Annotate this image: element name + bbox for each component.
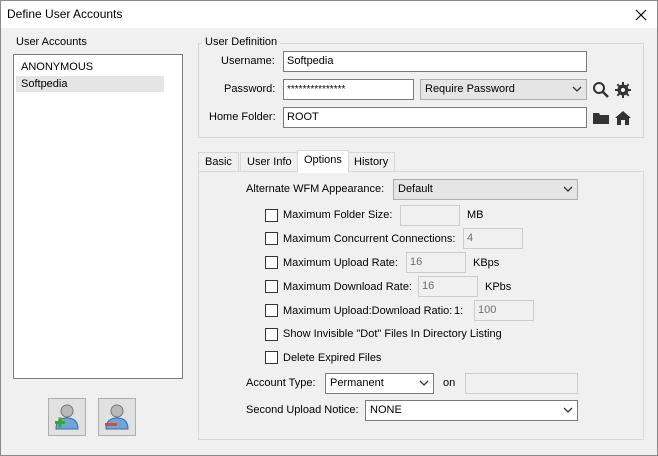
close-icon [635,9,647,20]
account-type-label: Account Type: [246,377,316,389]
chevron-down-icon [572,86,582,92]
password-mode-value: Require Password [425,83,515,95]
password-label: Password: [224,83,276,95]
chevron-down-icon [563,186,573,192]
max-download-unit: KPbs [485,281,512,293]
remove-user-icon [105,404,129,430]
max-upload-unit: KBps [473,257,500,269]
password-mode-select[interactable]: Require Password [420,79,587,100]
second-upload-notice-value: NONE [370,404,402,416]
delete-expired-checkbox[interactable] [265,351,278,364]
home-folder-label: Home Folder: [209,111,276,123]
max-upload-label: Maximum Upload Rate: [283,257,398,269]
max-ratio-prefix: 1: [454,305,464,317]
home-button[interactable] [614,109,632,127]
chevron-down-icon [419,380,429,386]
gear-icon [615,82,631,98]
show-dot-files-checkbox[interactable] [265,328,278,341]
max-folder-size-label: Maximum Folder Size: [283,209,393,221]
max-download-label: Maximum Download Rate: [283,281,412,293]
show-dot-files-label: Show Invisible "Dot" Files In Directory … [283,328,502,340]
on-label: on [443,377,456,389]
home-icon [615,111,631,125]
wfm-appearance-select[interactable]: Default [393,179,578,200]
add-user-icon [55,404,79,430]
user-accounts-list[interactable]: ANONYMOUS Softpedia [13,54,183,379]
username-label: Username: [221,55,275,67]
user-definition-title: User Definition [202,36,281,48]
chevron-down-icon [563,407,573,413]
settings-button[interactable] [614,81,632,99]
max-concurrent-label: Maximum Concurrent Connections: [283,233,456,245]
max-download-field[interactable]: 16 [418,276,478,297]
max-folder-size-checkbox[interactable] [265,209,278,222]
max-folder-size-field[interactable] [400,205,460,226]
max-ratio-label: Maximum Upload:Download Ratio: [283,305,453,317]
expiry-date-field[interactable] [465,373,578,394]
username-field[interactable]: Softpedia [283,51,587,72]
search-button[interactable] [592,81,610,99]
account-type-select[interactable]: Permanent [325,373,434,394]
list-item[interactable]: ANONYMOUS [16,59,164,75]
max-ratio-field[interactable]: 100 [474,300,534,321]
window-title: Define User Accounts [7,7,123,21]
max-concurrent-checkbox[interactable] [265,232,278,245]
user-accounts-label: User Accounts [16,36,87,48]
tab-options[interactable]: Options [297,150,349,173]
max-concurrent-field[interactable]: 4 [463,228,523,249]
max-upload-checkbox[interactable] [265,256,278,269]
tab-user-info[interactable]: User Info [240,152,299,171]
folder-icon [593,113,609,124]
title-bar: Define User Accounts [1,1,657,28]
tab-history[interactable]: History [347,152,396,171]
account-type-value: Permanent [330,377,384,389]
add-user-button[interactable] [48,398,86,436]
second-upload-notice-select[interactable]: NONE [365,400,578,421]
wfm-appearance-label: Alternate WFM Appearance: [246,183,385,195]
password-field[interactable]: *************** [283,79,414,100]
home-folder-field[interactable]: ROOT [283,107,587,128]
tab-basic[interactable]: Basic [198,152,239,171]
max-ratio-checkbox[interactable] [265,304,278,317]
browse-folder-button[interactable] [592,110,610,126]
close-button[interactable] [625,1,657,28]
second-upload-notice-label: Second Upload Notice: [246,404,359,416]
search-icon [593,82,609,98]
max-download-checkbox[interactable] [265,280,278,293]
remove-user-button[interactable] [98,398,136,436]
max-folder-size-unit: MB [467,209,484,221]
wfm-appearance-value: Default [398,183,433,195]
delete-expired-label: Delete Expired Files [283,352,382,364]
max-upload-field[interactable]: 16 [406,252,466,273]
list-item[interactable]: Softpedia [16,76,164,92]
